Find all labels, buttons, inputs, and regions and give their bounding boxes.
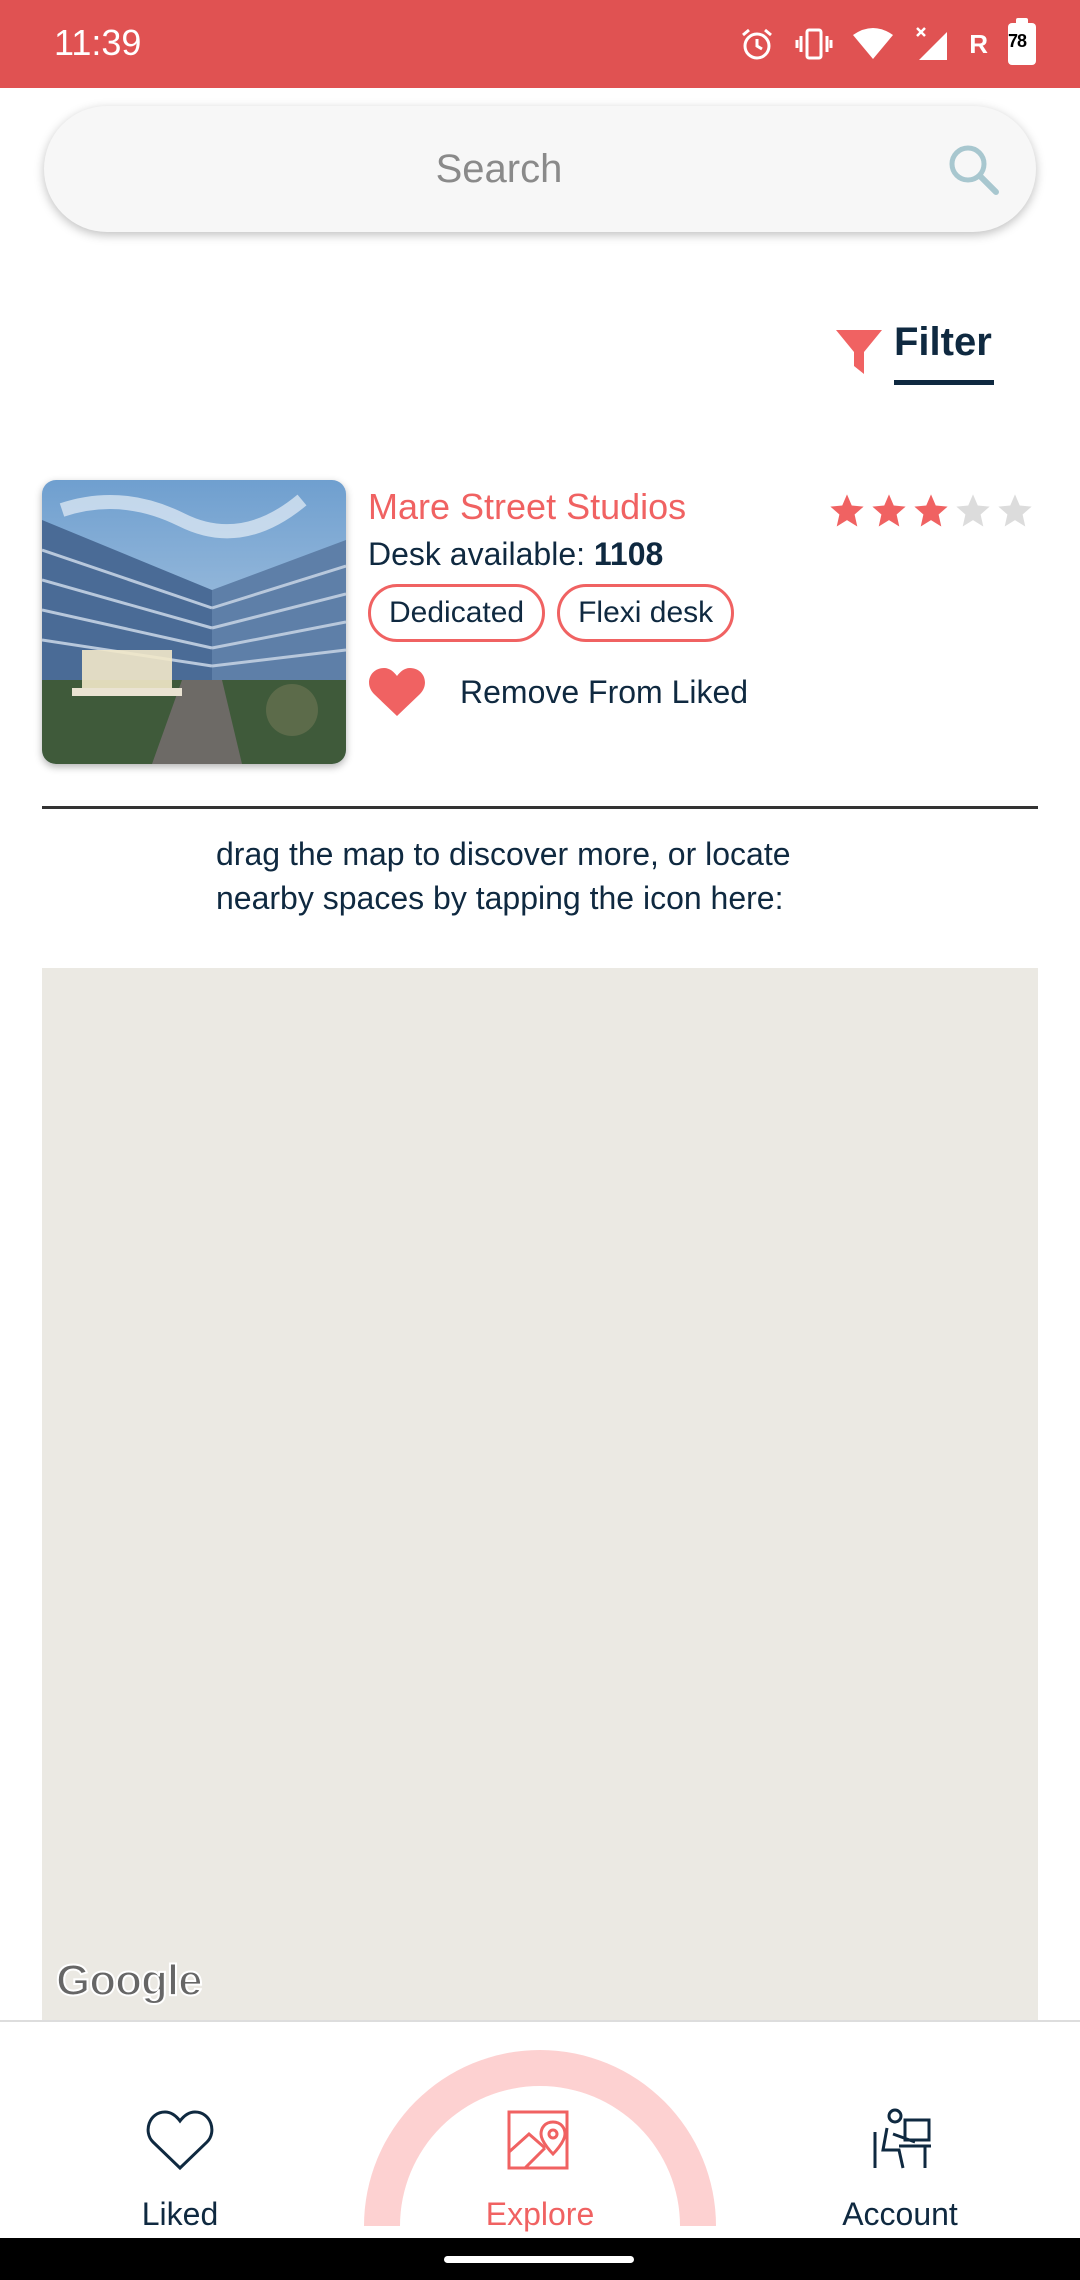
battery-icon: 78 [1008,18,1036,65]
filter-underline [894,380,994,385]
star-filled-icon [914,494,948,527]
listing-card[interactable]: Mare Street Studios Desk available: 1108… [42,480,1038,770]
star-filled-icon [830,494,864,527]
nav-account[interactable]: Account [720,2022,1080,2240]
map-view[interactable]: Google [42,968,1038,2020]
search-icon[interactable] [946,142,1000,196]
nav-account-label: Account [842,2196,958,2232]
nav-liked-label: Liked [141,2196,219,2232]
star-empty-icon [998,494,1032,527]
funnel-icon [836,330,882,374]
hint-line-1: drag the map to discover more, or locate [216,836,791,872]
divider [42,806,1038,809]
alarm-icon [739,26,775,62]
tag-dedicated: Dedicated [368,584,546,642]
desk-availability: Desk available: 1108 [368,536,663,573]
status-icons: R 78 [739,18,1036,68]
filter-label: Filter [894,320,992,364]
status-time: 11:39 [54,22,142,63]
map-hint: drag the map to discover more, or locate… [216,832,896,920]
heart-icon[interactable] [368,666,426,718]
home-gesture-handle[interactable] [444,2256,634,2263]
vibrate-icon [795,26,833,62]
bottom-nav: Liked Explore Account [0,2020,1080,2238]
listing-tags: Dedicated Flexi desk [368,584,735,642]
wifi-icon [853,27,894,61]
listing-title[interactable]: Mare Street Studios [368,486,686,528]
nav-explore[interactable]: Explore [360,2022,720,2240]
battery-level: 78 [1008,31,1027,51]
listing-image[interactable] [42,480,346,764]
person-at-desk-icon [873,2108,931,2169]
status-bar: 11:39 R 78 [0,0,1080,88]
network-label: R [969,28,988,59]
remove-from-liked-button[interactable]: Remove From Liked [368,666,748,718]
tag-flexi-desk: Flexi desk [557,584,735,642]
gesture-bar [0,2238,1080,2280]
heart-outline-icon [146,2110,214,2171]
desk-count: 1108 [593,536,664,572]
nav-liked[interactable]: Liked [0,2022,360,2240]
like-label: Remove From Liked [460,673,749,710]
filter-button[interactable]: Filter [834,316,1004,388]
hint-line-2: nearby spaces by tapping the icon here: [216,880,784,916]
search-bar[interactable] [44,106,1036,232]
signal-icon [913,26,949,62]
star-filled-icon [872,494,906,527]
star-rating [828,492,1034,530]
desk-label: Desk available: [368,536,585,572]
search-input[interactable] [124,136,874,202]
google-logo: Google [55,1955,204,2006]
map-pin-icon [507,2110,569,2170]
nav-explore-label: Explore [485,2196,595,2232]
star-empty-icon [956,494,990,527]
